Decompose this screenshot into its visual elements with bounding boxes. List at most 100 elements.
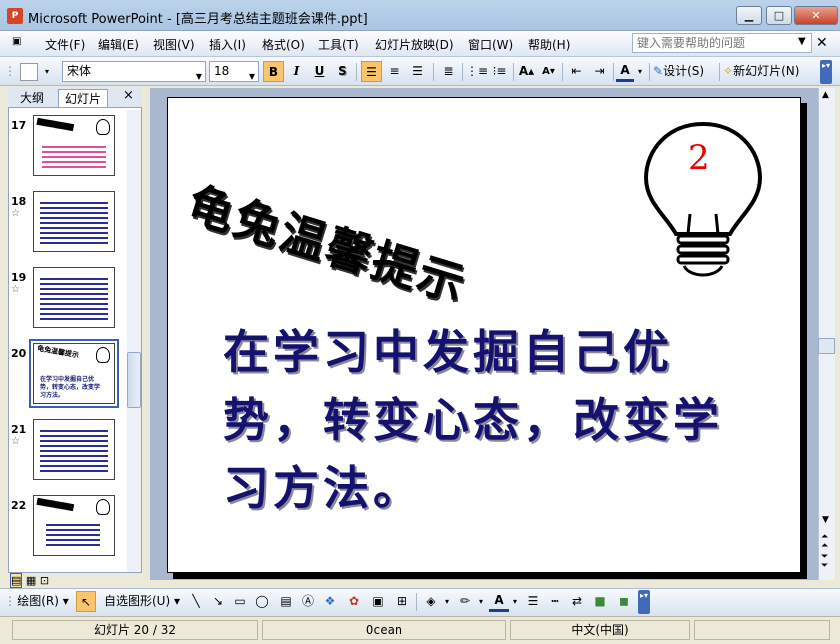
animation-star-icon: ☆ xyxy=(11,436,20,447)
menu-tools[interactable]: 工具(T) xyxy=(318,36,359,53)
chevron-down-icon: ▼ xyxy=(195,72,202,81)
autoshapes-label: 自选图形(U) xyxy=(104,594,171,608)
draw-font-color-dropdown-icon[interactable]: ▾ xyxy=(510,591,520,612)
fill-color-dropdown-icon[interactable]: ▾ xyxy=(442,591,452,612)
slide-scrollbar-thumb[interactable] xyxy=(818,338,835,354)
bullet-list-button[interactable]: ⁝≡ xyxy=(489,61,510,82)
tab-outline[interactable]: 大纲 xyxy=(14,89,50,107)
numbered-list-button[interactable]: ⋮≡ xyxy=(466,61,488,82)
tab-slides[interactable]: 幻灯片 xyxy=(58,89,109,107)
decrease-indent-button[interactable]: ⇤ xyxy=(566,61,587,82)
diagram-icon[interactable]: ❖ xyxy=(320,591,340,612)
new-document-icon[interactable] xyxy=(20,63,38,81)
thumbnail-scrollbar[interactable] xyxy=(127,110,141,572)
picture-icon[interactable]: ▣ xyxy=(368,591,388,612)
help-dropdown-icon[interactable]: ▼ xyxy=(798,36,806,47)
animation-star-icon: ☆ xyxy=(11,208,20,219)
slide-thumbnail-22[interactable]: ▆▆▆▆▆▆ xyxy=(33,495,115,556)
arrow-icon[interactable]: ↘ xyxy=(208,591,228,612)
dash-style-icon[interactable]: ┅ xyxy=(545,591,565,612)
new-slide-button[interactable]: ✧新幻灯片(N) xyxy=(723,61,813,82)
font-size-select[interactable]: 18 ▼ xyxy=(209,61,259,82)
fill-color-icon[interactable]: ◈ xyxy=(421,591,441,612)
font-color-dropdown-icon[interactable]: ▾ xyxy=(635,61,645,82)
thumbnail-title-graphic: ▆▆▆▆▆▆ xyxy=(36,495,75,512)
toolbar-separator xyxy=(649,63,650,81)
new-slide-button-label: 新幻灯片(N) xyxy=(733,64,800,78)
text-box-icon[interactable]: ▤ xyxy=(276,591,296,612)
slide-body-text[interactable]: 在学习中发掘自己优势，转变心态，改变学习方法。 xyxy=(223,318,763,522)
drawbar-options-icon[interactable]: ▸▾ xyxy=(638,590,650,614)
decrease-font-size-button[interactable]: A▾ xyxy=(538,61,559,82)
menu-slideshow[interactable]: 幻灯片放映(D) xyxy=(375,36,454,53)
minimize-button[interactable]: ▁ xyxy=(736,6,762,25)
italic-button[interactable]: I xyxy=(286,61,307,82)
toolbar-grip-icon[interactable]: ⋮ xyxy=(4,591,16,612)
slideshow-view-icon[interactable]: ⊡ xyxy=(40,574,49,587)
menu-edit[interactable]: 编辑(E) xyxy=(98,36,139,53)
underline-button[interactable]: U xyxy=(309,61,330,82)
close-panel-icon[interactable]: × xyxy=(123,88,134,103)
menu-format[interactable]: 格式(O) xyxy=(262,36,305,53)
arrow-style-icon[interactable]: ⇄ xyxy=(567,591,587,612)
increase-indent-button[interactable]: ⇥ xyxy=(589,61,610,82)
draw-font-color-icon[interactable]: A xyxy=(489,591,509,612)
menu-file[interactable]: 文件(F) xyxy=(45,36,85,53)
align-right-button[interactable]: ☰ xyxy=(407,61,428,82)
normal-view-icon[interactable]: ▤ xyxy=(10,573,23,588)
align-center-button[interactable]: ≡ xyxy=(384,61,405,82)
close-window-button[interactable]: ✕ xyxy=(794,6,838,25)
design-button[interactable]: ✎设计(S) xyxy=(653,61,719,82)
scroll-down-icon[interactable]: ▼ xyxy=(822,515,829,525)
help-search-input[interactable]: 键入需要帮助的问题 xyxy=(632,33,812,53)
slide-title[interactable]: 龟兔温馨提示 xyxy=(181,168,476,315)
shadow-style-icon[interactable]: ■ xyxy=(590,591,610,612)
menu-view[interactable]: 视图(V) xyxy=(153,36,195,53)
slide-sorter-view-icon[interactable]: ▦ xyxy=(26,574,36,587)
select-objects-icon[interactable]: ↖ xyxy=(76,591,96,612)
line-style-icon[interactable]: ☰ xyxy=(523,591,543,612)
slide-thumbnail-21[interactable] xyxy=(33,419,115,480)
line-color-icon[interactable]: ✏ xyxy=(455,591,475,612)
slide-thumbnail-18[interactable] xyxy=(33,191,115,252)
new-dropdown-icon[interactable]: ▾ xyxy=(42,61,52,82)
maximize-button[interactable]: □ xyxy=(766,6,792,25)
next-slide-icon[interactable]: ⏷ ⏷ xyxy=(821,553,828,571)
slide-thumbnail-17[interactable]: ▆▆▆▆▆▆ xyxy=(33,115,115,176)
menu-window[interactable]: 窗口(W) xyxy=(468,36,513,53)
rectangle-icon[interactable]: ▭ xyxy=(230,591,250,612)
status-language: 中文(中国) xyxy=(510,620,690,640)
increase-font-size-button[interactable]: A▴ xyxy=(516,61,537,82)
shadow-button[interactable]: S xyxy=(332,61,353,82)
3d-style-icon[interactable]: ◼ xyxy=(614,591,634,612)
thumbnail-scrollbar-thumb[interactable] xyxy=(127,352,141,408)
font-name-select[interactable]: 宋体 ▼ xyxy=(62,61,206,82)
line-icon[interactable]: ╲ xyxy=(186,591,206,612)
line-color-dropdown-icon[interactable]: ▾ xyxy=(476,591,486,612)
justify-icon[interactable]: ≣ xyxy=(438,61,459,82)
oval-icon[interactable]: ◯ xyxy=(252,591,272,612)
thumbnail-text-lines xyxy=(46,524,100,549)
bold-button[interactable]: B xyxy=(263,61,284,82)
powerpoint-app-icon[interactable]: P xyxy=(7,8,23,24)
align-left-button[interactable]: ☰ xyxy=(361,61,382,82)
document-icon[interactable]: ▣ xyxy=(12,36,21,47)
draw-menu-button[interactable]: 绘图(R) ▾ xyxy=(14,591,72,612)
slide-thumbnail-19[interactable] xyxy=(33,267,115,328)
autoshapes-button[interactable]: 自选图形(U) ▾ xyxy=(100,591,184,612)
previous-slide-icon[interactable]: ⏶ ⏶ xyxy=(821,533,828,551)
menu-insert[interactable]: 插入(I) xyxy=(209,36,246,53)
close-document-icon[interactable]: ✕ xyxy=(816,35,828,51)
toolbar-grip-icon[interactable]: ⋮ xyxy=(4,61,16,82)
menu-help[interactable]: 帮助(H) xyxy=(528,36,570,53)
design-button-label: 设计(S) xyxy=(663,64,705,78)
slide-canvas[interactable]: 龟兔温馨提示 2 在学习中发掘自己优势，转变心态，改变学习方法。 xyxy=(167,97,801,573)
slide-vertical-scrollbar[interactable] xyxy=(818,88,835,580)
toolbar-options-icon[interactable]: ▸▾ xyxy=(820,60,832,84)
scroll-up-icon[interactable]: ▲ xyxy=(822,90,829,100)
font-color-button[interactable]: A xyxy=(616,61,634,82)
wordart-icon[interactable]: Ⓐ xyxy=(298,591,318,612)
insert-picture-icon[interactable]: ⊞ xyxy=(392,591,412,612)
clip-art-icon[interactable]: ✿ xyxy=(344,591,364,612)
slide-thumbnail-20-selected[interactable]: 龟兔温馨提示 在学习中发掘自己优势，转变心态，改变学习方法。 xyxy=(29,339,119,408)
